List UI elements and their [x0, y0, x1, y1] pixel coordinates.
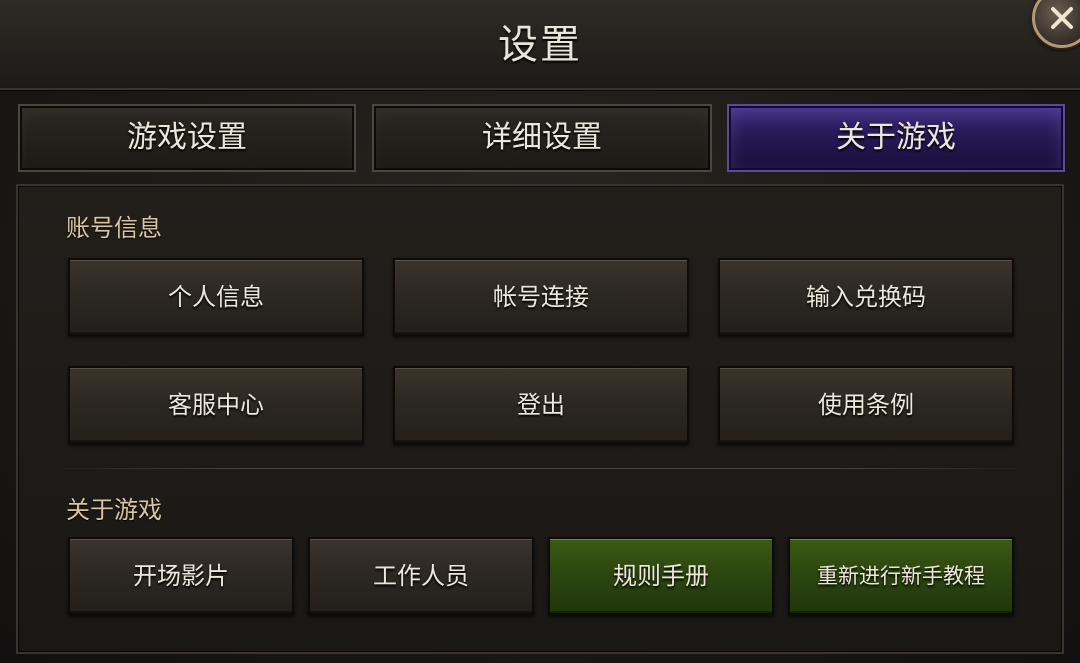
rulebook-button[interactable]: 规则手册: [548, 537, 774, 615]
account-link-button[interactable]: 帐号连接: [393, 258, 689, 336]
section-label-about: 关于游戏: [66, 496, 162, 524]
tab-about-game[interactable]: 关于游戏: [727, 104, 1065, 172]
close-icon: [1051, 7, 1073, 29]
staff-credits-button[interactable]: 工作人员: [308, 537, 534, 615]
dialog-title: 设置: [498, 22, 582, 68]
tab-detail-settings[interactable]: 详细设置: [372, 104, 712, 172]
section-divider: [40, 468, 1040, 469]
customer-service-button[interactable]: 客服中心: [68, 366, 364, 444]
terms-of-use-button[interactable]: 使用条例: [718, 366, 1014, 444]
replay-tutorial-button[interactable]: 重新进行新手教程: [788, 537, 1014, 615]
section-label-account: 账号信息: [66, 214, 162, 242]
logout-button[interactable]: 登出: [393, 366, 689, 444]
personal-info-button[interactable]: 个人信息: [68, 258, 364, 336]
settings-dialog: 设置 游戏设置 详细设置 关于游戏 账号信息 个人信息 帐号连接 输入兑换码 客…: [0, 0, 1080, 663]
tab-game-settings[interactable]: 游戏设置: [18, 104, 356, 172]
redeem-code-button[interactable]: 输入兑换码: [718, 258, 1014, 336]
opening-movie-button[interactable]: 开场影片: [68, 537, 294, 615]
